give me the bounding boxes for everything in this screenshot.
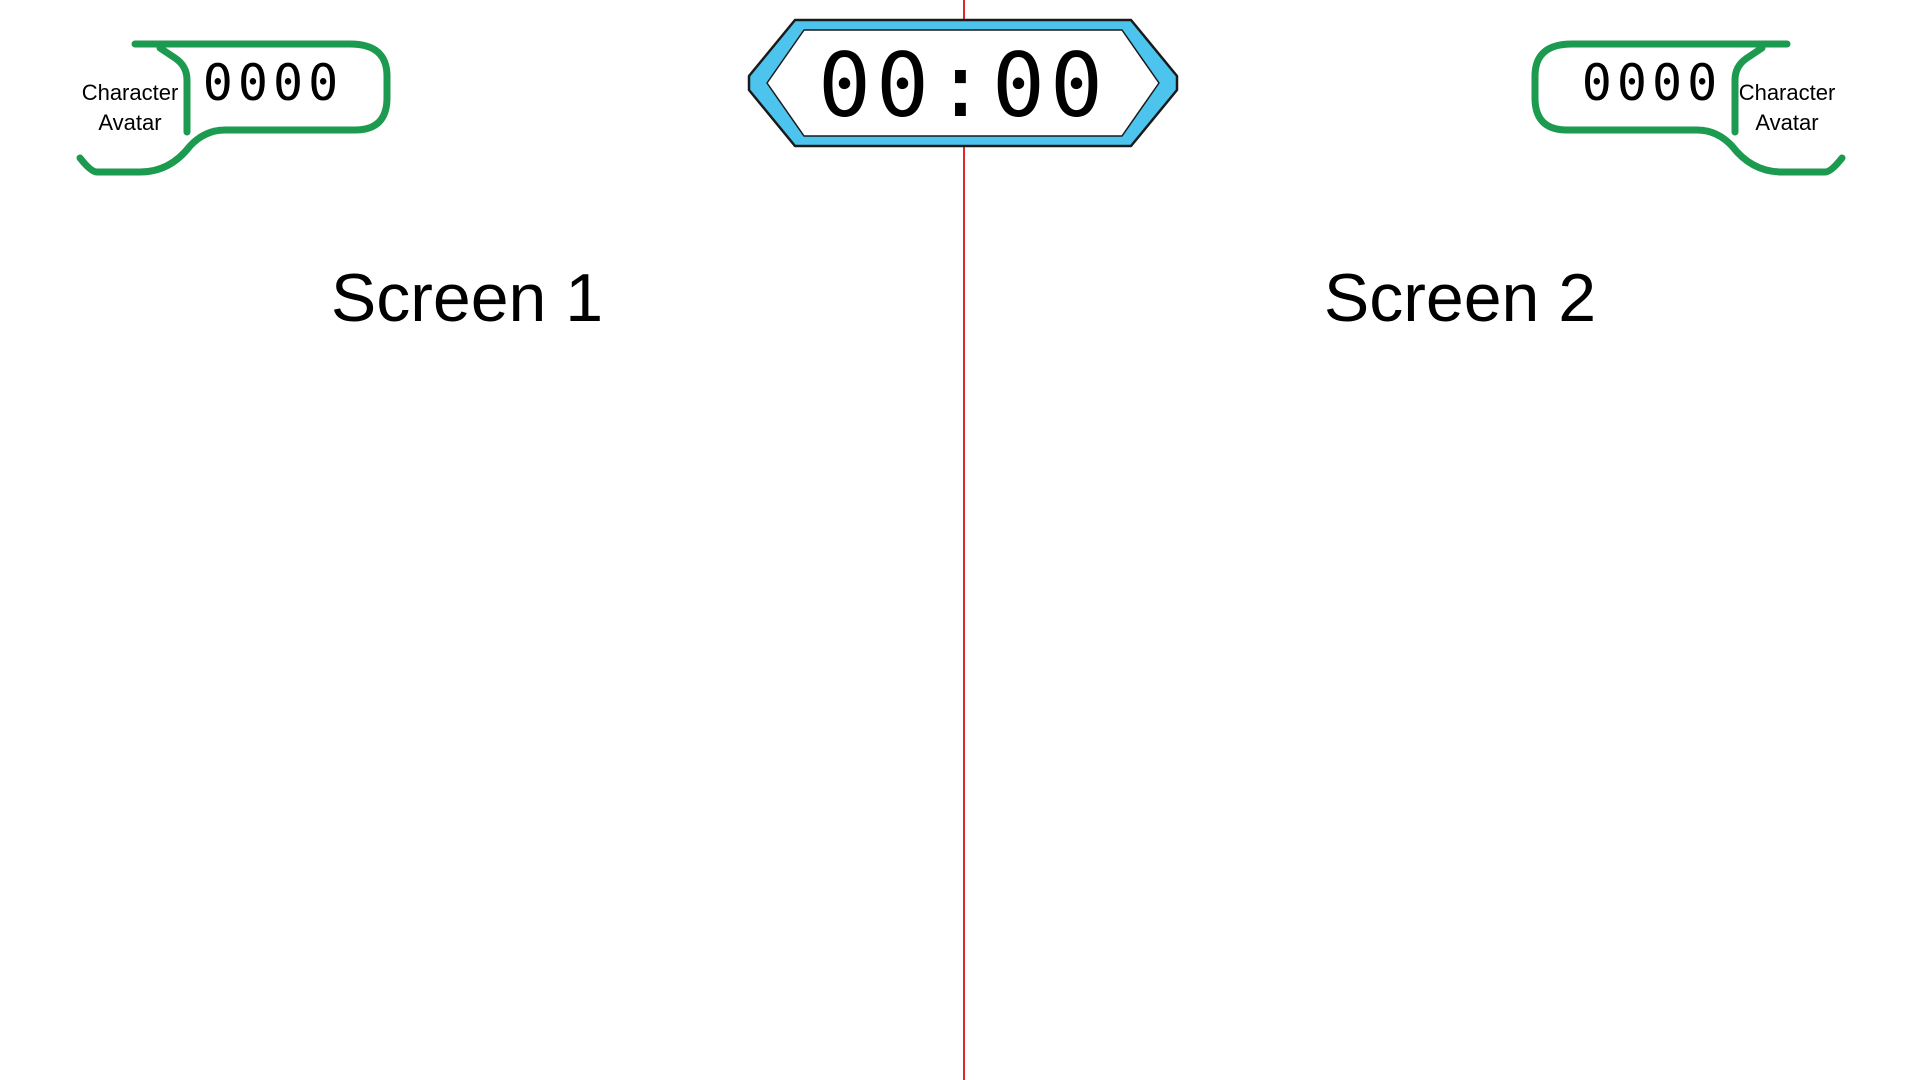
player-1-avatar: Character Avatar bbox=[70, 78, 190, 138]
player-2-avatar-line2: Avatar bbox=[1755, 110, 1819, 135]
player-1-avatar-line2: Avatar bbox=[98, 110, 162, 135]
screen-2-label: Screen 2 bbox=[1323, 260, 1597, 336]
player-1-hud: 0000 Character Avatar bbox=[75, 38, 395, 198]
player-1-avatar-line1: Character bbox=[81, 80, 179, 105]
match-timer: 00:00 bbox=[745, 18, 1181, 148]
player-1-score: 0000 bbox=[202, 54, 344, 112]
player-2-hud: 0000 Character Avatar bbox=[1527, 38, 1847, 198]
screen-1-label: Screen 1 bbox=[330, 260, 604, 336]
player-2-score: 0000 bbox=[1581, 54, 1723, 112]
timer-value: 00:00 bbox=[818, 33, 1108, 137]
player-2-avatar-line1: Character bbox=[1738, 80, 1836, 105]
split-screen-divider bbox=[963, 0, 965, 1080]
player-2-avatar: Character Avatar bbox=[1727, 78, 1847, 138]
